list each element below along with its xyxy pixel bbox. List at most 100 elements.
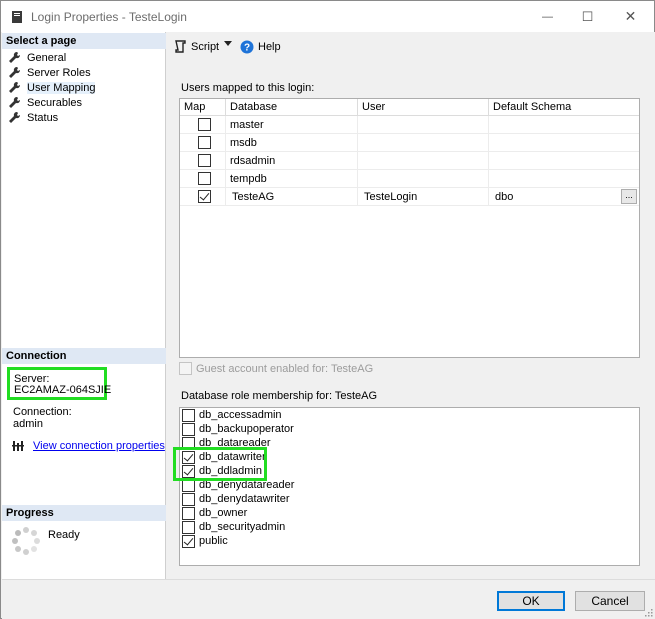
- user-cell[interactable]: [358, 134, 489, 152]
- maximize-button[interactable]: ☐: [565, 1, 610, 32]
- cancel-button[interactable]: Cancel: [575, 591, 645, 611]
- schema-value: dbo: [495, 191, 514, 203]
- table-row[interactable]: tempdb: [180, 170, 639, 188]
- grid-header: Map Database User Default Schema: [180, 99, 639, 116]
- guest-checkbox[interactable]: [179, 362, 192, 375]
- map-checkbox[interactable]: [198, 118, 211, 131]
- ok-button[interactable]: OK: [497, 591, 565, 611]
- progress-status: Ready: [48, 529, 80, 541]
- page-label: User Mapping: [27, 81, 96, 94]
- title-bar[interactable]: Login Properties - TesteLogin — ☐ ✕: [1, 1, 654, 32]
- table-row[interactable]: rdsadmin: [180, 152, 639, 170]
- role-item[interactable]: db_securityadmin: [182, 520, 285, 534]
- role-checkbox[interactable]: [182, 534, 195, 548]
- minimize-icon: —: [542, 10, 553, 23]
- schema-cell[interactable]: [489, 134, 639, 152]
- page-label: General: [27, 51, 67, 64]
- minimize-button[interactable]: —: [525, 1, 570, 32]
- page-user-mapping[interactable]: User Mapping: [8, 80, 96, 95]
- progress-header: Progress: [2, 505, 166, 521]
- wrench-icon: [9, 81, 21, 93]
- connection-label: Connection:: [13, 406, 72, 418]
- guest-label: Guest account enabled for: TesteAG: [196, 362, 374, 375]
- page-label: Status: [27, 111, 59, 124]
- role-name: db_owner: [199, 507, 248, 519]
- role-item[interactable]: db_backupoperator: [182, 422, 294, 436]
- schema-cell[interactable]: [489, 116, 639, 134]
- server-value: EC2AMAZ-064SJIE: [14, 384, 112, 396]
- users-mapped-grid[interactable]: Map Database User Default Schema master …: [179, 98, 640, 358]
- help-icon: ?: [240, 40, 254, 54]
- roles-label: Database role membership for: TesteAG: [181, 390, 378, 402]
- login-properties-window: Login Properties - TesteLogin — ☐ ✕ Sele…: [0, 0, 655, 619]
- database-cell: TesteAG: [226, 188, 358, 206]
- database-cell: msdb: [226, 134, 358, 152]
- close-button[interactable]: ✕: [608, 1, 653, 32]
- page-status[interactable]: Status: [8, 110, 58, 125]
- column-header-map[interactable]: Map: [180, 99, 226, 116]
- guest-account-option[interactable]: Guest account enabled for: TesteAG: [179, 362, 373, 375]
- script-icon: [175, 40, 186, 53]
- schema-cell[interactable]: [489, 152, 639, 170]
- user-cell[interactable]: [358, 170, 489, 188]
- user-cell[interactable]: TesteLogin: [358, 188, 489, 206]
- column-header-database[interactable]: Database: [226, 99, 358, 116]
- page-securables[interactable]: Securables: [8, 95, 82, 110]
- column-header-default-schema[interactable]: Default Schema: [489, 99, 639, 116]
- database-cell: rdsadmin: [226, 152, 358, 170]
- table-row[interactable]: msdb: [180, 134, 639, 152]
- server-icon: [12, 11, 22, 23]
- map-checkbox[interactable]: [198, 172, 211, 185]
- role-name: db_backupoperator: [199, 423, 294, 435]
- select-page-header: Select a page: [2, 33, 166, 49]
- user-cell[interactable]: [358, 152, 489, 170]
- roles-highlight-box: [173, 447, 267, 481]
- role-item[interactable]: db_accessadmin: [182, 408, 282, 422]
- map-checkbox[interactable]: [198, 154, 211, 167]
- help-label: Help: [258, 41, 281, 53]
- user-cell[interactable]: [358, 116, 489, 134]
- page-label: Securables: [27, 96, 83, 109]
- browse-schema-button[interactable]: ...: [621, 189, 637, 204]
- svg-text:?: ?: [244, 43, 250, 54]
- role-checkbox[interactable]: [182, 422, 195, 436]
- right-panel: Script ? Help Users mapped to this login…: [167, 32, 655, 579]
- role-checkbox[interactable]: [182, 520, 195, 534]
- map-checkbox[interactable]: [198, 190, 211, 203]
- connection-properties-icon: [12, 441, 24, 451]
- resize-grip-icon[interactable]: [644, 608, 653, 617]
- map-checkbox[interactable]: [198, 136, 211, 149]
- column-header-user[interactable]: User: [358, 99, 489, 116]
- wrench-icon: [9, 51, 21, 63]
- role-item[interactable]: public: [182, 534, 228, 548]
- script-label: Script: [191, 40, 220, 53]
- schema-cell[interactable]: dbo ...: [489, 188, 639, 206]
- role-item[interactable]: db_denydatawriter: [182, 492, 290, 506]
- page-server-roles[interactable]: Server Roles: [8, 65, 91, 80]
- role-name: db_accessadmin: [199, 409, 282, 421]
- script-dropdown-button[interactable]: [224, 41, 232, 47]
- page-general[interactable]: General: [8, 50, 66, 65]
- role-name: db_securityadmin: [199, 521, 286, 533]
- view-connection-properties-link[interactable]: View connection properties: [33, 440, 165, 452]
- role-item[interactable]: db_owner: [182, 506, 247, 520]
- role-name: public: [199, 535, 228, 547]
- close-icon: ✕: [624, 8, 637, 24]
- script-button[interactable]: Script: [174, 40, 219, 53]
- role-checkbox[interactable]: [182, 506, 195, 520]
- table-row-selected[interactable]: TesteAG TesteLogin dbo ...: [180, 188, 639, 206]
- table-row[interactable]: master: [180, 116, 639, 134]
- role-checkbox[interactable]: [182, 492, 195, 506]
- wrench-icon: [9, 66, 21, 78]
- role-membership-list[interactable]: db_accessadmin db_backupoperator db_data…: [179, 407, 640, 566]
- chevron-down-icon: [224, 41, 232, 46]
- database-cell: tempdb: [226, 170, 358, 188]
- wrench-icon: [9, 96, 21, 108]
- connection-header: Connection: [2, 348, 166, 364]
- progress-spinner-icon: [12, 527, 40, 555]
- maximize-icon: ☐: [581, 8, 594, 24]
- help-button[interactable]: ? Help: [240, 40, 281, 54]
- role-checkbox[interactable]: [182, 408, 195, 422]
- window-title: Login Properties - TesteLogin: [31, 10, 187, 24]
- schema-cell[interactable]: [489, 170, 639, 188]
